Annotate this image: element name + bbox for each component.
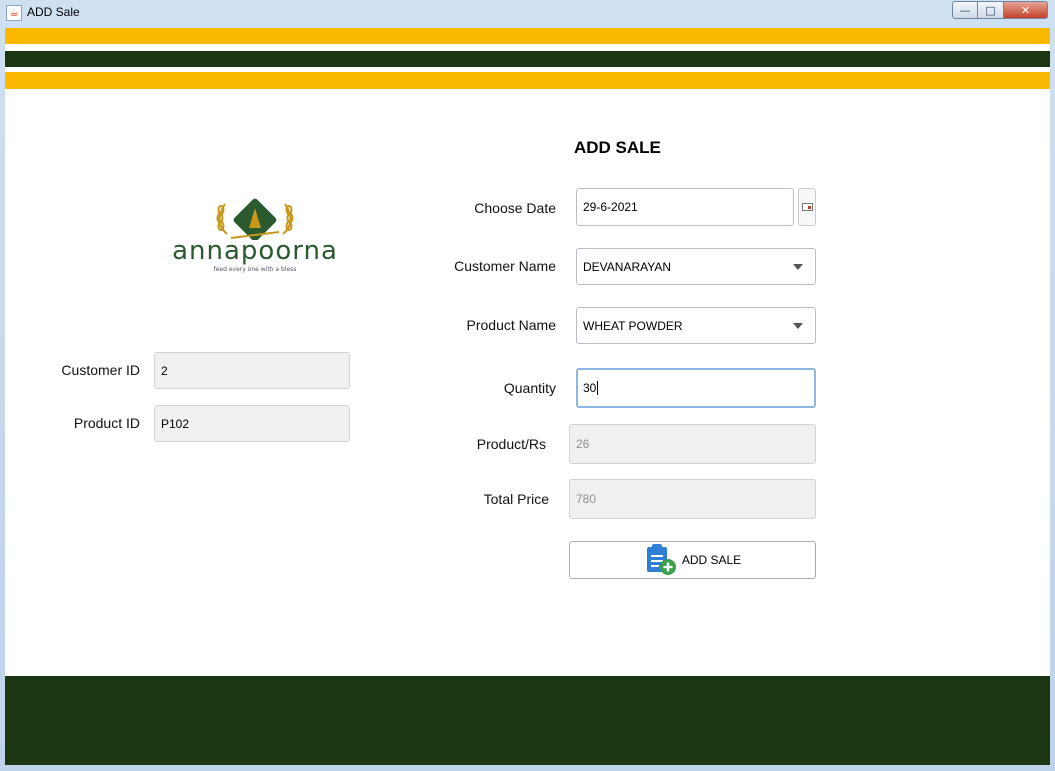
logo-tagline: feed every one with a bless [213, 266, 297, 273]
product-name-label: Product Name [466, 317, 556, 333]
product-name-select[interactable]: WHEAT POWDER [576, 307, 816, 344]
product-id-field[interactable]: P102 [154, 405, 350, 442]
customer-id-label: Customer ID [61, 362, 140, 378]
brand-logo: annapoorna feed every one with a bless [165, 198, 345, 278]
quantity-label: Quantity [503, 380, 556, 396]
product-id-label: Product ID [73, 415, 140, 431]
chevron-down-icon [793, 322, 803, 329]
customer-name-value: DEVANARAYAN [583, 259, 672, 274]
form-title: ADD SALE [574, 138, 661, 157]
footer-band [5, 676, 1050, 765]
choose-date-label: Choose Date [474, 200, 556, 216]
calendar-button[interactable] [798, 188, 816, 226]
customer-name-label: Customer Name [454, 258, 556, 274]
minimize-button[interactable]: — [952, 1, 978, 19]
window-controls: — □ ✕ [952, 1, 1048, 19]
date-field[interactable]: 29-6-2021 [576, 188, 794, 226]
add-sale-button[interactable]: ADD SALE [569, 541, 816, 579]
logo-brand-text: annapoorna [172, 236, 338, 266]
chevron-down-icon [793, 263, 803, 270]
product-price-label: Product/Rs [476, 436, 546, 452]
customer-name-select[interactable]: DEVANARAYAN [576, 248, 816, 285]
calendar-icon [801, 203, 813, 211]
text-caret [597, 381, 599, 395]
total-price-label: Total Price [483, 491, 549, 507]
quantity-value: 30 [583, 381, 597, 395]
logo-emblem-icon [216, 198, 294, 240]
maximize-button[interactable]: □ [978, 1, 1004, 19]
app-window: ☕ ADD Sale — □ ✕ annapoorna feed every o… [0, 0, 1055, 771]
add-sale-button-label: ADD SALE [681, 553, 742, 567]
title-bar[interactable]: ☕ ADD Sale — □ ✕ [0, 0, 1055, 27]
quantity-input[interactable]: 30 [576, 368, 816, 408]
window-title: ADD Sale [27, 5, 80, 19]
product-name-value: WHEAT POWDER [583, 318, 683, 333]
header-stripe-gold-top [5, 28, 1050, 44]
total-price-field: 780 [569, 479, 816, 519]
java-cup-icon: ☕ [6, 5, 22, 21]
client-area: annapoorna feed every one with a bless C… [5, 28, 1050, 765]
product-price-field: 26 [569, 424, 816, 464]
clipboard-add-icon [646, 544, 676, 575]
header-stripe-gold-bottom [5, 72, 1050, 89]
customer-id-field[interactable]: 2 [154, 352, 350, 389]
close-button[interactable]: ✕ [1004, 1, 1048, 19]
header-stripe-green [5, 51, 1050, 67]
